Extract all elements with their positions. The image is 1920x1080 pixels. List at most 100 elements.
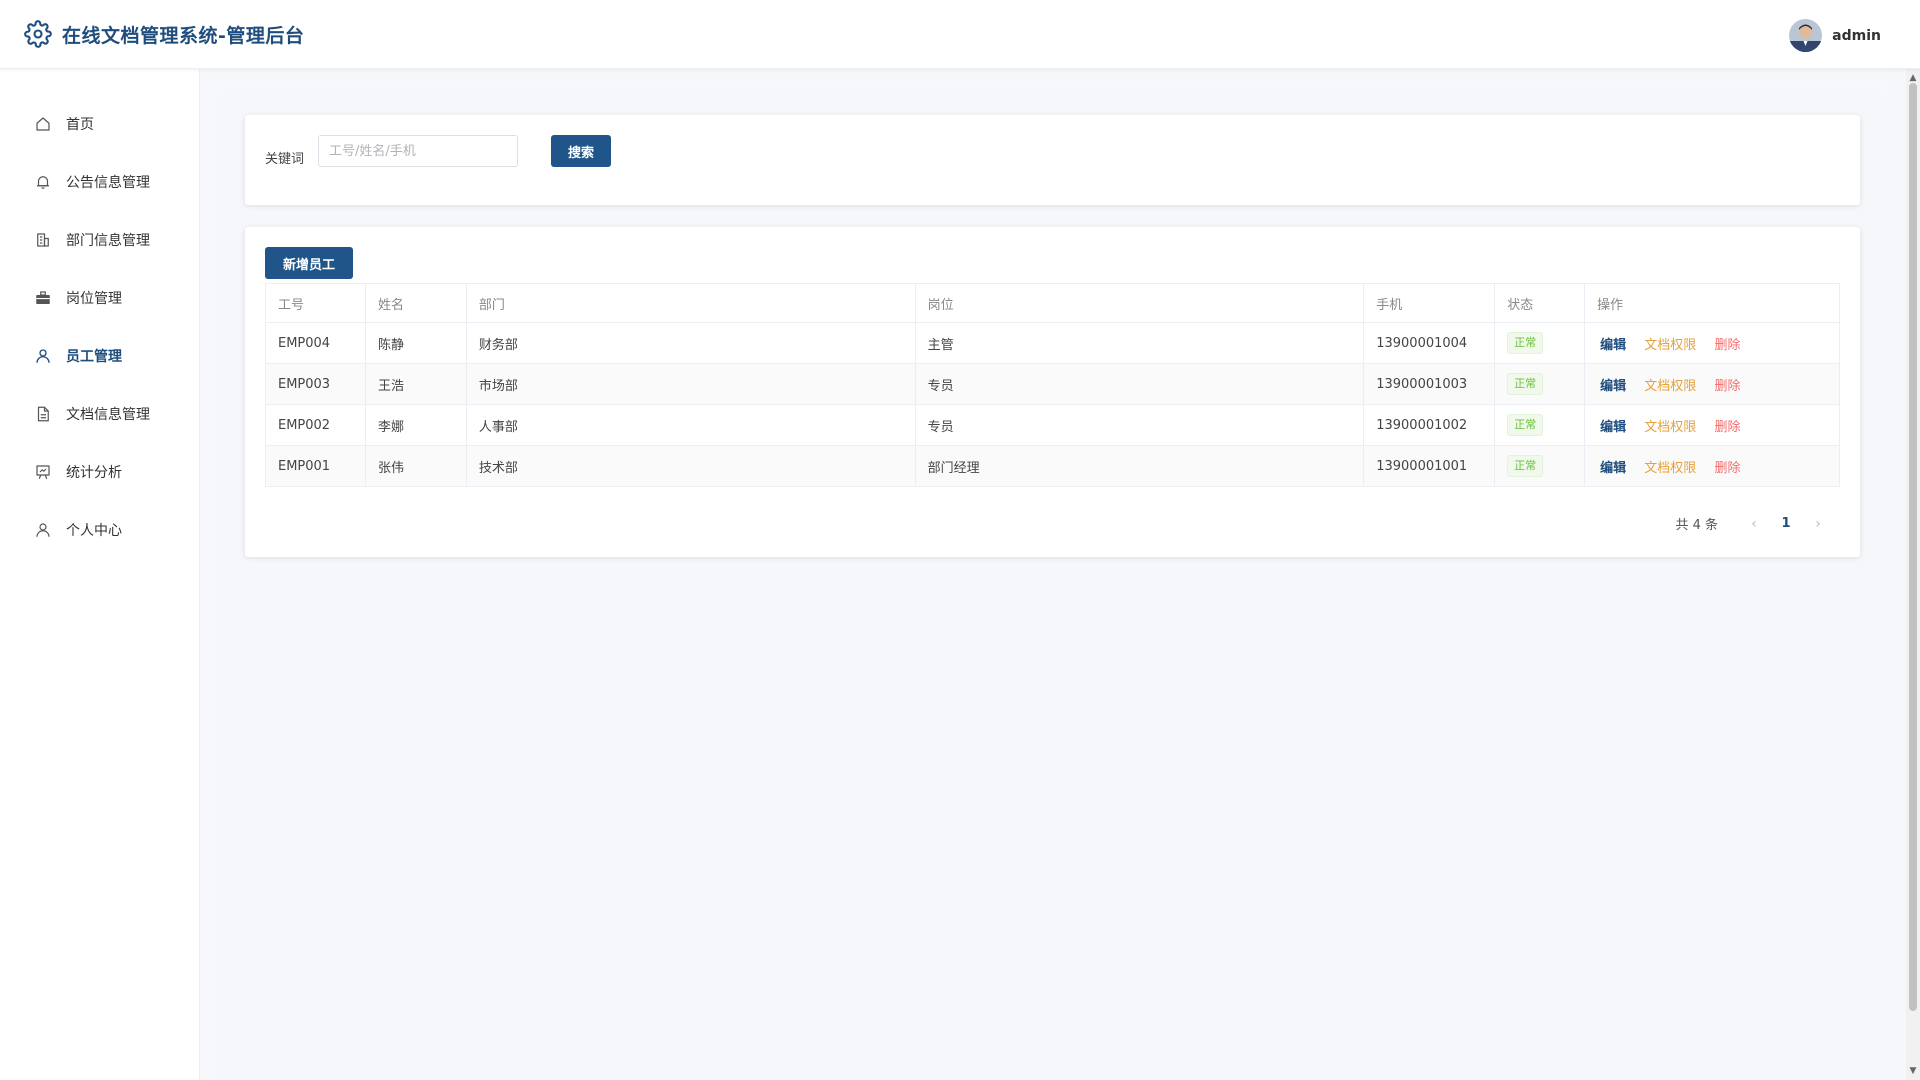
column-header-status: 状态 bbox=[1494, 283, 1586, 323]
table-row: EMP002 李娜 人事部 专员 13900001002 正常 编辑 文档权限 … bbox=[265, 404, 1840, 446]
sidebar-item-positions[interactable]: 岗位管理 bbox=[0, 269, 199, 327]
cell-phone: 13900001002 bbox=[1363, 404, 1496, 446]
document-permission-link[interactable]: 文档权限 bbox=[1644, 420, 1696, 435]
edit-link[interactable]: 编辑 bbox=[1600, 461, 1626, 476]
cell-status: 正常 bbox=[1494, 445, 1586, 487]
column-header-department: 部门 bbox=[465, 283, 916, 323]
delete-link[interactable]: 删除 bbox=[1714, 461, 1740, 476]
cell-department: 市场部 bbox=[465, 363, 916, 405]
sidebar-menu: 首页 公告信息管理 部门信息管理 岗位管理 员工管理 文档信息管理 统计分析 个… bbox=[0, 69, 199, 559]
sidebar-item-label: 文档信息管理 bbox=[66, 407, 150, 423]
document-permission-link[interactable]: 文档权限 bbox=[1644, 338, 1696, 353]
sidebar-item-label: 岗位管理 bbox=[66, 291, 122, 307]
cell-actions: 编辑 文档权限 删除 bbox=[1584, 445, 1840, 487]
cell-actions: 编辑 文档权限 删除 bbox=[1584, 322, 1840, 364]
sidebar-item-label: 统计分析 bbox=[66, 465, 122, 481]
cell-position: 专员 bbox=[914, 363, 1365, 405]
delete-link[interactable]: 删除 bbox=[1714, 379, 1740, 394]
cell-phone: 13900001004 bbox=[1363, 322, 1496, 364]
next-page-button[interactable]: › bbox=[1806, 516, 1830, 532]
sidebar-item-label: 首页 bbox=[66, 117, 94, 133]
column-header-actions: 操作 bbox=[1584, 283, 1840, 323]
search-panel: 关键词 搜索 bbox=[245, 115, 1860, 205]
cell-department: 财务部 bbox=[465, 322, 916, 364]
cell-status: 正常 bbox=[1494, 363, 1586, 405]
cell-id: EMP002 bbox=[265, 404, 366, 446]
document-icon bbox=[37, 406, 49, 422]
sidebar: 首页 公告信息管理 部门信息管理 岗位管理 员工管理 文档信息管理 统计分析 个… bbox=[0, 69, 200, 1080]
cell-name: 李娜 bbox=[364, 404, 467, 446]
cell-id: EMP001 bbox=[265, 445, 366, 487]
table-row: EMP004 陈静 财务部 主管 13900001004 正常 编辑 文档权限 … bbox=[265, 322, 1840, 364]
sidebar-item-departments[interactable]: 部门信息管理 bbox=[0, 211, 199, 269]
cell-name: 陈静 bbox=[364, 322, 467, 364]
cell-phone: 13900001003 bbox=[1363, 363, 1496, 405]
sidebar-item-home[interactable]: 首页 bbox=[0, 95, 199, 153]
pagination: 共 4 条 ‹ 1 › bbox=[1675, 514, 1830, 534]
sidebar-item-label: 个人中心 bbox=[66, 523, 122, 539]
pagination-total: 共 4 条 bbox=[1675, 518, 1718, 533]
employee-table-panel: 新增员工 工号 姓名 部门 岗位 手机 状态 操作 EMP004 陈静 财务部 … bbox=[245, 227, 1860, 557]
edit-link[interactable]: 编辑 bbox=[1600, 420, 1626, 435]
search-button[interactable]: 搜索 bbox=[551, 135, 611, 167]
delete-link[interactable]: 删除 bbox=[1714, 420, 1740, 435]
main-content: 关键词 搜索 新增员工 工号 姓名 部门 岗位 手机 状态 bbox=[200, 69, 1890, 1080]
prev-page-button[interactable]: ‹ bbox=[1742, 516, 1766, 532]
table-row: EMP003 王浩 市场部 专员 13900001003 正常 编辑 文档权限 … bbox=[265, 363, 1840, 405]
column-header-position: 岗位 bbox=[914, 283, 1365, 323]
cell-actions: 编辑 文档权限 删除 bbox=[1584, 363, 1840, 405]
cell-status: 正常 bbox=[1494, 404, 1586, 446]
building-icon bbox=[37, 233, 49, 247]
scroll-down-arrow-icon[interactable]: ▼ bbox=[1908, 1066, 1918, 1076]
cell-name: 张伟 bbox=[364, 445, 467, 487]
column-header-phone: 手机 bbox=[1363, 283, 1496, 323]
status-badge: 正常 bbox=[1507, 414, 1544, 436]
delete-link[interactable]: 删除 bbox=[1714, 338, 1740, 353]
sidebar-item-label: 部门信息管理 bbox=[66, 233, 150, 249]
content-area: 关键词 搜索 新增员工 工号 姓名 部门 岗位 手机 状态 bbox=[222, 91, 1882, 1080]
vertical-scrollbar[interactable]: ▲ ▼ bbox=[1906, 69, 1920, 1080]
user-icon bbox=[36, 523, 50, 537]
sidebar-item-documents[interactable]: 文档信息管理 bbox=[0, 385, 199, 443]
status-badge: 正常 bbox=[1507, 373, 1544, 395]
sidebar-item-label: 员工管理 bbox=[66, 349, 122, 365]
search-input[interactable] bbox=[318, 135, 518, 167]
cell-id: EMP003 bbox=[265, 363, 366, 405]
cell-actions: 编辑 文档权限 删除 bbox=[1584, 404, 1840, 446]
cell-department: 人事部 bbox=[465, 404, 916, 446]
brand: 在线文档管理系统-管理后台 bbox=[24, 20, 304, 48]
bell-icon bbox=[37, 176, 49, 189]
page-number-1[interactable]: 1 bbox=[1766, 516, 1806, 531]
sidebar-item-statistics[interactable]: 统计分析 bbox=[0, 443, 199, 501]
scroll-up-arrow-icon[interactable]: ▲ bbox=[1908, 73, 1918, 83]
column-header-name: 姓名 bbox=[364, 283, 467, 323]
status-badge: 正常 bbox=[1507, 455, 1544, 477]
edit-link[interactable]: 编辑 bbox=[1600, 379, 1626, 394]
cell-status: 正常 bbox=[1494, 322, 1586, 364]
home-icon bbox=[36, 117, 50, 131]
avatar[interactable] bbox=[1789, 19, 1823, 52]
sidebar-item-profile[interactable]: 个人中心 bbox=[0, 501, 199, 559]
top-header: 在线文档管理系统-管理后台 admin bbox=[0, 0, 1920, 69]
cell-department: 技术部 bbox=[465, 445, 916, 487]
sidebar-item-announcements[interactable]: 公告信息管理 bbox=[0, 153, 199, 211]
table-header: 工号 姓名 部门 岗位 手机 状态 操作 bbox=[265, 283, 1840, 323]
chart-icon bbox=[36, 465, 50, 479]
cell-position: 部门经理 bbox=[914, 445, 1365, 487]
employee-table: 工号 姓名 部门 岗位 手机 状态 操作 EMP004 陈静 财务部 主管 13… bbox=[265, 283, 1840, 487]
user-menu[interactable]: admin bbox=[1789, 19, 1881, 52]
document-permission-link[interactable]: 文档权限 bbox=[1644, 379, 1696, 394]
app-title: 在线文档管理系统-管理后台 bbox=[62, 24, 305, 47]
edit-link[interactable]: 编辑 bbox=[1600, 338, 1626, 353]
username[interactable]: admin bbox=[1832, 28, 1881, 44]
add-employee-button[interactable]: 新增员工 bbox=[265, 247, 353, 279]
sidebar-item-employees[interactable]: 员工管理 bbox=[0, 327, 199, 385]
table-row: EMP001 张伟 技术部 部门经理 13900001001 正常 编辑 文档权… bbox=[265, 445, 1840, 487]
cell-name: 王浩 bbox=[364, 363, 467, 405]
briefcase-icon bbox=[36, 291, 50, 304]
status-badge: 正常 bbox=[1507, 332, 1544, 354]
document-permission-link[interactable]: 文档权限 bbox=[1644, 461, 1696, 476]
scroll-thumb[interactable] bbox=[1909, 83, 1917, 1011]
keyword-label: 关键词 bbox=[265, 152, 305, 167]
cell-position: 主管 bbox=[914, 322, 1365, 364]
